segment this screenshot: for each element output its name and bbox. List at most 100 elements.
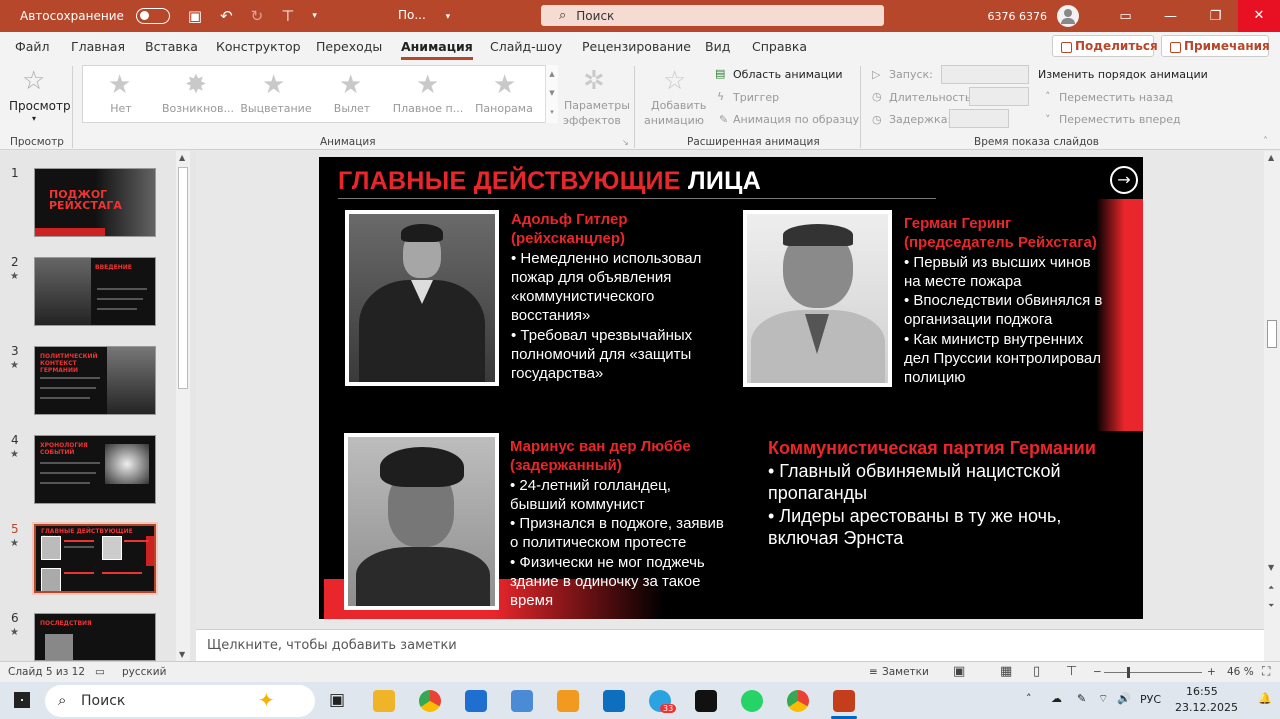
effect-fade[interactable]: Выцветание — [238, 102, 314, 115]
slide-thumbnail-3[interactable]: ПОЛИТИЧЕСКИЙ КОНТЕКСТ ГЕРМАНИИ — [34, 346, 156, 415]
fit-slide-icon[interactable]: ⛶ — [1262, 664, 1270, 679]
tab-insert[interactable]: Вставка — [145, 39, 198, 54]
trigger-button[interactable]: Триггер — [733, 91, 779, 104]
task-view-icon[interactable]: ▣ — [329, 690, 345, 710]
person-block-hitler[interactable]: Адольф Гитлер (рейхсканцлер) • Немедленн… — [511, 210, 751, 384]
gallery-scroll[interactable]: ▲ ▼ ▾ — [545, 65, 558, 123]
preview-dropdown-icon[interactable]: ▾ — [32, 114, 36, 123]
redo-icon[interactable]: ↻ — [251, 7, 264, 25]
undo-icon[interactable]: ↶ — [220, 7, 233, 25]
effect-fly-in[interactable]: Вылет — [314, 102, 390, 115]
customize-toolbar-icon[interactable]: ▾ — [312, 11, 317, 21]
notes-toggle-icon[interactable]: ≡ — [869, 666, 878, 678]
move-back-button[interactable]: Переместить назад — [1059, 91, 1173, 104]
next-slide-icon[interactable]: ⏷ — [1268, 601, 1274, 611]
animation-dialog-launcher-icon[interactable]: ↘ — [622, 138, 629, 147]
person-block-van-der-lubbe[interactable]: Маринус ван дер Люббе (задержанный) • 24… — [510, 437, 750, 611]
chrome-icon[interactable] — [787, 690, 809, 712]
accessibility-icon[interactable]: ▭ — [95, 666, 105, 678]
effect-float-in[interactable]: Плавное п... — [390, 102, 466, 115]
person-block-goering[interactable]: Герман Геринг (председатель Рейхстага) •… — [904, 214, 1138, 388]
duration-input[interactable] — [969, 87, 1029, 106]
scrollbar-thumb[interactable] — [1267, 320, 1277, 348]
scroll-up-icon[interactable]: ▲ — [1268, 153, 1274, 162]
restore-icon[interactable]: ❐ — [1193, 9, 1238, 24]
photo-van-der-lubbe[interactable] — [344, 433, 499, 610]
effect-options-label-2[interactable]: эффектов — [563, 114, 621, 127]
preview-button[interactable]: Просмотр — [9, 99, 71, 113]
slide-title[interactable]: ГЛАВНЫЕ ДЕЙСТВУЮЩИЕ ЛИЦА — [338, 167, 761, 196]
thumbnail-scrollbar[interactable]: ▲ ▼ — [176, 151, 190, 661]
canvas-scrollbar[interactable]: ▲ ▼ ⏶ ⏷ — [1264, 151, 1280, 661]
document-title[interactable]: По... ▾ — [398, 8, 450, 22]
whatsapp-icon[interactable] — [741, 690, 763, 712]
reading-view-icon[interactable]: ▯ — [1033, 664, 1040, 679]
tray-overflow-icon[interactable]: ˄ — [1026, 692, 1032, 705]
effect-none[interactable]: Нет — [84, 102, 158, 115]
present-icon[interactable]: ⊤ — [281, 7, 294, 25]
tab-slideshow[interactable]: Слайд-шоу — [490, 39, 562, 54]
scroll-up-icon[interactable]: ▲ — [179, 153, 185, 162]
zoom-out-icon[interactable]: − — [1093, 666, 1102, 678]
slide-thumbnail-2[interactable]: ВВЕДЕНИЕ — [34, 257, 156, 326]
collapse-ribbon-icon[interactable]: ˄ — [1263, 136, 1268, 147]
tab-home[interactable]: Главная — [71, 39, 125, 54]
slide-thumbnail-4[interactable]: ХРОНОЛОГИЯ СОБЫТИЙ — [34, 435, 156, 504]
tab-design[interactable]: Конструктор — [216, 39, 301, 54]
store-icon[interactable] — [465, 690, 487, 712]
minimize-icon[interactable]: — — [1148, 9, 1193, 24]
notifications-icon[interactable]: 🔔 — [1258, 692, 1272, 705]
notes-toggle[interactable]: Заметки — [882, 666, 929, 678]
photo-goering[interactable] — [743, 210, 892, 387]
cloud-icon[interactable]: ☁ — [1051, 692, 1062, 705]
autosave-toggle[interactable] — [135, 8, 170, 24]
tab-transitions[interactable]: Переходы — [316, 39, 382, 54]
avatar[interactable] — [1057, 5, 1079, 27]
save-icon[interactable]: ▣ — [188, 7, 202, 25]
clock-time[interactable]: 16:55 — [1186, 685, 1218, 698]
party-block[interactable]: Коммунистическая партия Германии • Главн… — [768, 437, 1138, 550]
volume-icon[interactable]: 🔊 — [1117, 692, 1131, 705]
language-status[interactable]: русский — [122, 666, 166, 678]
ribbon-options-icon[interactable]: ▭ — [1103, 9, 1148, 24]
animation-pane-button[interactable]: Область анимации — [733, 68, 843, 81]
tab-review[interactable]: Рецензирование — [582, 39, 691, 54]
zoom-level[interactable]: 46 % — [1227, 666, 1254, 678]
file-explorer-icon[interactable] — [373, 690, 395, 712]
close-icon[interactable]: ✕ — [1238, 0, 1280, 32]
app-icon[interactable] — [511, 690, 533, 712]
pen-icon[interactable]: ✎ — [1077, 692, 1086, 705]
outlook-icon[interactable] — [603, 690, 625, 712]
slideshow-icon[interactable]: ⊤ — [1066, 664, 1077, 679]
move-forward-button[interactable]: Переместить вперед — [1059, 113, 1181, 126]
tab-file[interactable]: Файл — [15, 39, 50, 54]
app-icon[interactable] — [695, 690, 717, 712]
clock-date[interactable]: 23.12.2025 — [1175, 701, 1238, 714]
slide[interactable]: ГЛАВНЫЕ ДЕЙСТВУЮЩИЕ ЛИЦА → Адольф Гитлер… — [319, 157, 1143, 619]
start-select[interactable] — [941, 65, 1029, 84]
normal-view-icon[interactable]: ▣ — [953, 664, 965, 679]
zoom-in-icon[interactable]: + — [1207, 666, 1216, 678]
slide-thumbnail-1[interactable]: ПОДЖОГ РЕЙХСТАГА — [34, 168, 156, 237]
add-animation-label[interactable]: Добавить — [651, 99, 706, 112]
zoom-slider-thumb[interactable] — [1127, 667, 1130, 678]
notes-pane[interactable]: Щелкните, чтобы добавить заметки — [196, 629, 1264, 661]
slide-sorter-icon[interactable]: ▦ — [1000, 664, 1012, 679]
share-button[interactable]: Поделиться — [1052, 35, 1158, 57]
copilot-sparkle-icon[interactable]: ✦ — [258, 688, 275, 712]
windows-start-icon[interactable] — [14, 692, 30, 708]
zoom-slider[interactable] — [1104, 672, 1202, 673]
comments-button[interactable]: Примечания — [1161, 35, 1270, 57]
animation-painter-button[interactable]: Анимация по образцу — [733, 113, 859, 126]
chrome-icon[interactable] — [419, 690, 441, 712]
slide-thumbnail-5[interactable]: ГЛАВНЫЕ ДЕЙСТВУЮЩИЕ ЛИЦА — [32, 522, 158, 595]
tab-help[interactable]: Справка — [752, 39, 807, 54]
effect-options-label[interactable]: Параметры — [564, 99, 630, 112]
delay-input[interactable] — [949, 109, 1009, 128]
search-box[interactable]: ⌕ Поиск — [541, 5, 884, 26]
effect-appear[interactable]: Возникнов... — [160, 102, 236, 115]
scrollbar-thumb[interactable] — [178, 167, 188, 389]
effect-zoom[interactable]: Панорама — [466, 102, 542, 115]
slide-thumbnail-6[interactable]: ПОСЛЕДСТВИЯ — [34, 613, 156, 661]
photo-hitler[interactable] — [345, 210, 499, 386]
